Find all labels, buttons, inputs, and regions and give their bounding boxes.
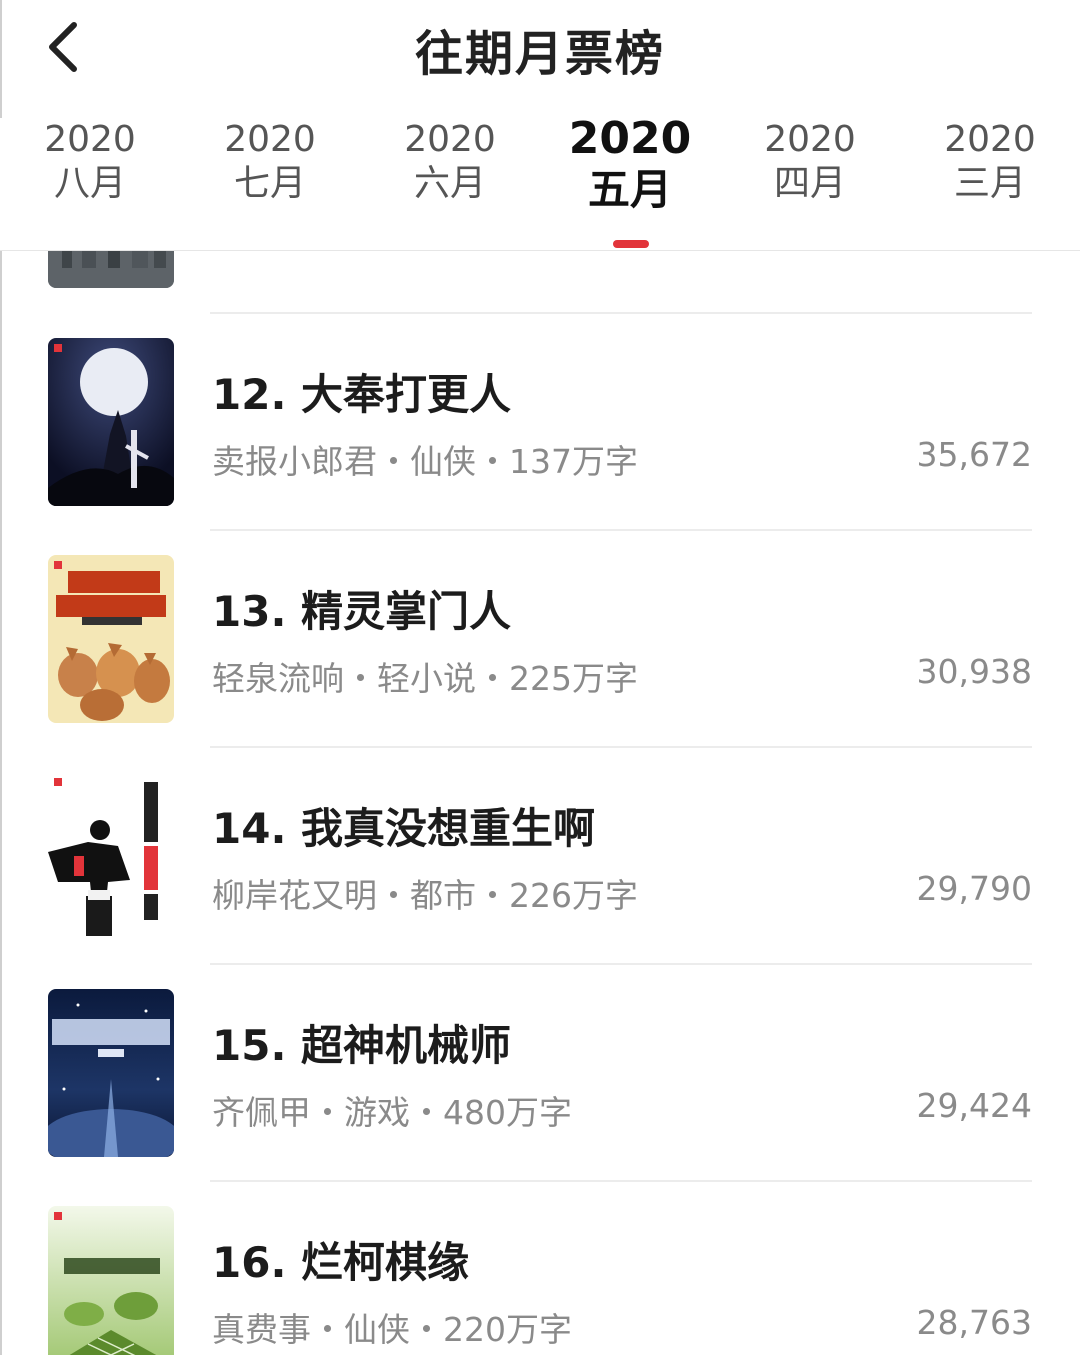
- book-meta: 真费事・仙侠・220万字: [212, 1310, 572, 1349]
- book-meta: 齐佩甲・游戏・480万字: [212, 1093, 572, 1132]
- book-meta: 柳岸花又明・都市・226万字: [212, 876, 638, 915]
- tab-month: 三月: [953, 163, 1026, 204]
- page-title: 往期月票榜: [414, 26, 665, 82]
- monthly-votes: 30,938: [916, 652, 1032, 691]
- tab-2020-june[interactable]: 2020 六月: [360, 118, 540, 206]
- tab-2020-july[interactable]: 2020 七月: [180, 118, 360, 206]
- tab-month: 四月: [773, 163, 846, 204]
- active-tab-indicator: [613, 240, 649, 248]
- book-cover: [48, 555, 174, 723]
- tab-year: 2020: [764, 119, 856, 160]
- tab-2020-august[interactable]: 2020 八月: [0, 118, 180, 206]
- book-title: 16. 烂柯棋缘: [212, 1238, 470, 1287]
- tab-month: 六月: [413, 163, 486, 204]
- book-cover: [48, 338, 174, 506]
- monthly-votes: 29,424: [916, 1086, 1032, 1125]
- list-item[interactable]: 15. 超神机械师 齐佩甲・游戏・480万字 29,424: [0, 964, 1080, 1181]
- ranking-list: 12. 大奉打更人 卖报小郎君・仙侠・137万字 35,672 13. 精灵掌门…: [0, 250, 1080, 1355]
- tab-2020-april[interactable]: 2020 四月: [720, 118, 900, 206]
- tab-year: 2020: [44, 119, 136, 160]
- monthly-votes: 35,672: [916, 435, 1032, 474]
- monthly-votes: 29,790: [916, 869, 1032, 908]
- book-title: 14. 我真没想重生啊: [212, 804, 596, 853]
- book-meta: 卖报小郎君・仙侠・137万字: [212, 442, 638, 481]
- tab-month: 五月: [587, 165, 672, 214]
- tab-year: 2020: [568, 113, 692, 164]
- tab-2020-may[interactable]: 2020 五月: [540, 114, 720, 216]
- tab-month: 七月: [233, 163, 306, 204]
- list-item[interactable]: 14. 我真没想重生啊 柳岸花又明・都市・226万字 29,790: [0, 747, 1080, 964]
- book-cover[interactable]: [48, 250, 174, 288]
- book-meta: 轻泉流响・轻小说・225万字: [212, 659, 638, 698]
- tab-year: 2020: [404, 119, 496, 160]
- tab-year: 2020: [944, 119, 1036, 160]
- month-tabs: 2020 八月 2020 七月 2020 六月 2020 五月 2020 四月 …: [0, 114, 1080, 251]
- book-cover: [48, 989, 174, 1157]
- book-title: 12. 大奉打更人: [212, 370, 512, 419]
- tab-year: 2020: [224, 119, 316, 160]
- tab-2020-march[interactable]: 2020 三月: [900, 118, 1080, 206]
- monthly-votes: 28,763: [916, 1303, 1032, 1342]
- header: 往期月票榜: [0, 0, 1080, 96]
- book-title: 13. 精灵掌门人: [212, 587, 512, 636]
- book-cover: [48, 772, 174, 940]
- tab-month: 八月: [53, 163, 126, 204]
- page: 往期月票榜 2020 八月 2020 七月 2020 六月 2020 五月 20…: [0, 0, 1080, 1355]
- list-item[interactable]: 16. 烂柯棋缘 真费事・仙侠・220万字 28,763: [0, 1181, 1080, 1355]
- book-title: 15. 超神机械师: [212, 1021, 512, 1070]
- book-cover: [48, 1206, 174, 1355]
- list-item[interactable]: 13. 精灵掌门人 轻泉流响・轻小说・225万字 30,938: [0, 530, 1080, 747]
- list-item[interactable]: 12. 大奉打更人 卖报小郎君・仙侠・137万字 35,672: [0, 313, 1080, 530]
